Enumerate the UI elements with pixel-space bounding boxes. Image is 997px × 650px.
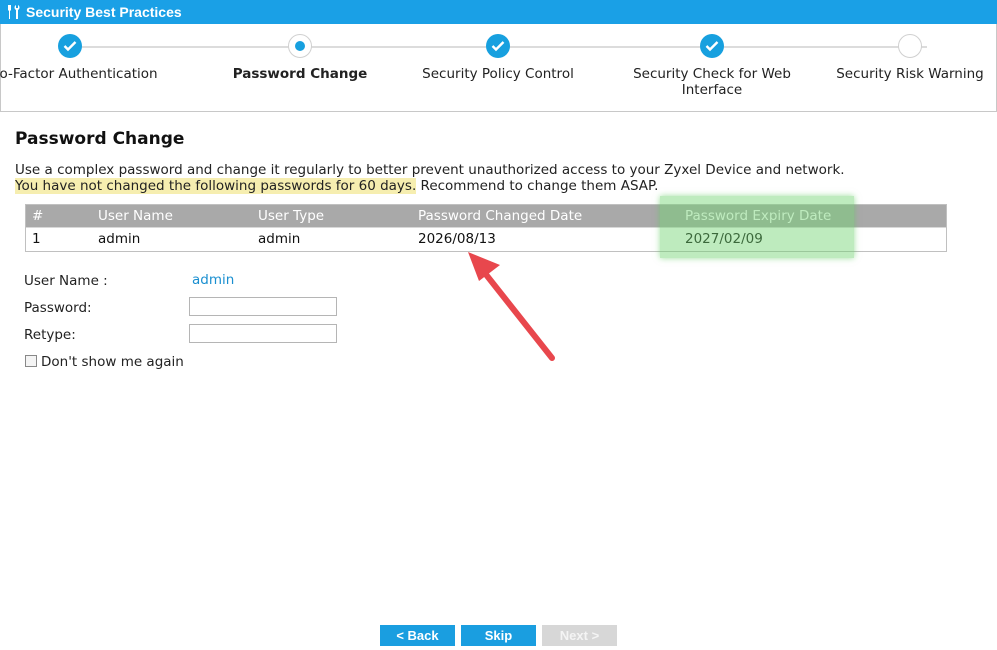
step-label: Security Policy Control bbox=[422, 66, 574, 82]
table-cell: 1 bbox=[32, 231, 41, 247]
arrow-shaft bbox=[481, 269, 555, 361]
step-label: Security Check for Web Interface bbox=[633, 66, 791, 98]
back-button[interactable]: < Back bbox=[380, 625, 455, 646]
arrow-head bbox=[468, 252, 500, 281]
description-rest: Recommend to change them ASAP. bbox=[416, 178, 659, 194]
next-button[interactable]: Next > bbox=[542, 625, 617, 646]
skip-button[interactable]: Skip bbox=[461, 625, 536, 646]
retype-label: Retype: bbox=[24, 327, 76, 343]
step-security-check-web[interactable]: Security Check for Web Interface bbox=[612, 34, 812, 98]
step-pending-icon bbox=[898, 34, 922, 58]
dont-show-label[interactable]: Don't show me again bbox=[41, 354, 184, 370]
password-field[interactable] bbox=[189, 297, 337, 316]
step-security-risk[interactable]: Security Risk Warning bbox=[810, 34, 997, 82]
window-title: Security Best Practices bbox=[26, 4, 182, 20]
column-header[interactable]: Password Changed Date bbox=[418, 208, 582, 224]
step-password-change[interactable]: Password Change bbox=[200, 34, 400, 82]
step-done-check-icon bbox=[486, 34, 510, 58]
tools-icon bbox=[8, 5, 20, 19]
description-highlight: You have not changed the following passw… bbox=[15, 178, 417, 194]
step-current-icon bbox=[288, 34, 312, 58]
dont-show-checkbox[interactable] bbox=[25, 355, 37, 367]
step-label: Two-Factor Authentication bbox=[0, 66, 158, 82]
step-label: Password Change bbox=[232, 66, 368, 82]
page-description: Use a complex password and change it reg… bbox=[15, 162, 845, 194]
step-label: Security Risk Warning bbox=[836, 66, 984, 82]
column-header[interactable]: User Name bbox=[98, 208, 173, 224]
page-title: Password Change bbox=[15, 129, 185, 149]
description-warning: You have not changed the following passw… bbox=[15, 178, 845, 194]
retype-field[interactable] bbox=[189, 324, 337, 343]
step-security-policy[interactable]: Security Policy Control bbox=[398, 34, 598, 82]
step-done-check-icon bbox=[58, 34, 82, 58]
column-header[interactable]: # bbox=[32, 208, 43, 224]
step-two-factor[interactable]: Two-Factor Authentication bbox=[0, 34, 170, 82]
username-label: User Name : bbox=[24, 273, 108, 289]
table-cell: admin bbox=[258, 231, 301, 247]
step-done-check-icon bbox=[700, 34, 724, 58]
table-cell: 2026/08/13 bbox=[418, 231, 496, 247]
username-value: admin bbox=[192, 272, 235, 288]
column-header[interactable]: User Type bbox=[258, 208, 324, 224]
window-titlebar: Security Best Practices bbox=[0, 0, 997, 24]
password-label: Password: bbox=[24, 300, 92, 316]
wizard-stepper: Two-Factor Authentication Password Chang… bbox=[0, 24, 997, 112]
expiry-highlight-overlay bbox=[660, 196, 854, 258]
table-cell: admin bbox=[98, 231, 141, 247]
description-line: Use a complex password and change it reg… bbox=[15, 162, 845, 178]
